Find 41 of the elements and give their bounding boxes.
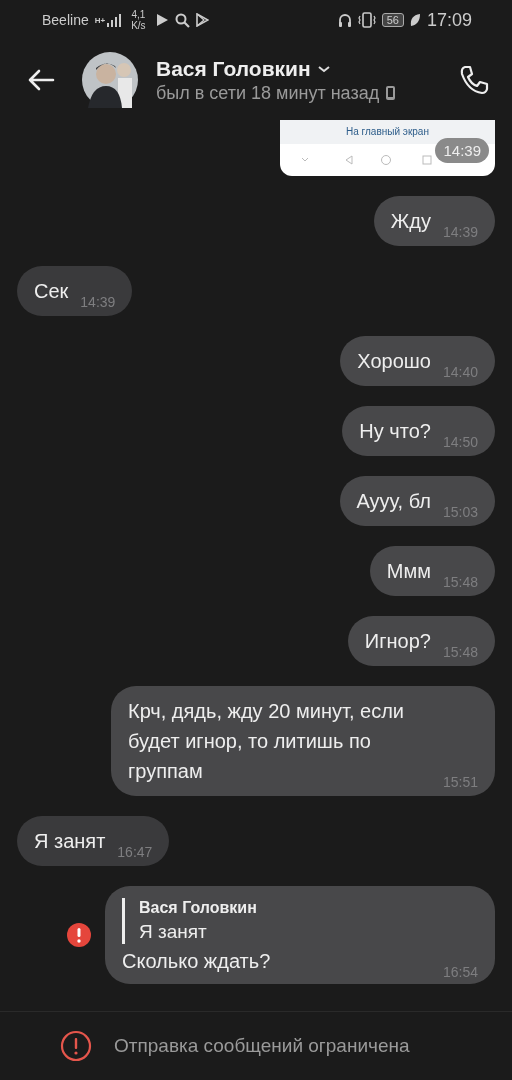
message-text: Жду — [390, 209, 431, 234]
message-text: Крч, дядь, жду 20 минут, если будет игнор, то литишь по группам — [128, 699, 405, 784]
headphones-icon — [337, 12, 352, 28]
store-icon — [195, 13, 209, 27]
clock: 17:09 — [426, 9, 472, 31]
leaf-icon — [409, 13, 421, 27]
search-icon — [174, 12, 190, 28]
message-time: 16:47 — [117, 844, 153, 860]
restriction-notice: Отправка сообщений ограничена — [114, 1035, 410, 1057]
vibrate-icon — [357, 12, 376, 28]
message-time: 14:39 — [80, 294, 116, 310]
message-bubble[interactable]: Я занят 16:47 — [17, 816, 170, 866]
avatar[interactable] — [82, 52, 138, 108]
message-text: Я занят — [34, 829, 106, 854]
signal-icon — [107, 13, 122, 27]
quote-author: Вася Головкин — [139, 898, 258, 918]
message-bubble[interactable]: Сек 14:39 — [17, 266, 133, 316]
speed-unit: K/s — [131, 20, 146, 31]
speed-value: 4,1 — [131, 9, 146, 20]
quote-text: Я занят — [139, 920, 208, 944]
message-text: Ну что? — [359, 419, 431, 444]
error-icon[interactable] — [67, 923, 91, 947]
warning-icon — [60, 1030, 92, 1062]
last-seen-status: был в сети 18 минут назад — [156, 82, 380, 104]
message-text: Игнор? — [364, 629, 431, 654]
message-text: Хорошо — [357, 349, 431, 374]
message-text: Сек — [34, 279, 69, 304]
quoted-message[interactable]: Вася Головкин Я занят — [122, 898, 478, 944]
message-text: Аууу, бл — [356, 489, 431, 514]
phone-device-icon — [385, 85, 397, 101]
play-icon — [155, 13, 169, 27]
screenshot-card[interactable]: На главный экран 14:39 — [280, 120, 495, 176]
message-time: 14:39 — [435, 138, 489, 163]
screenshot-caption: На главный экран — [346, 125, 429, 137]
network-type: H+ — [94, 15, 106, 25]
carrier-name: Beeline — [42, 12, 89, 28]
message-text: Ммм — [386, 559, 431, 584]
chevron-down-icon[interactable] — [316, 63, 331, 74]
battery-level: 56 — [381, 13, 404, 27]
contact-name[interactable]: Вася Головкин — [156, 56, 311, 81]
message-text: Сколько ждать? — [122, 949, 271, 974]
